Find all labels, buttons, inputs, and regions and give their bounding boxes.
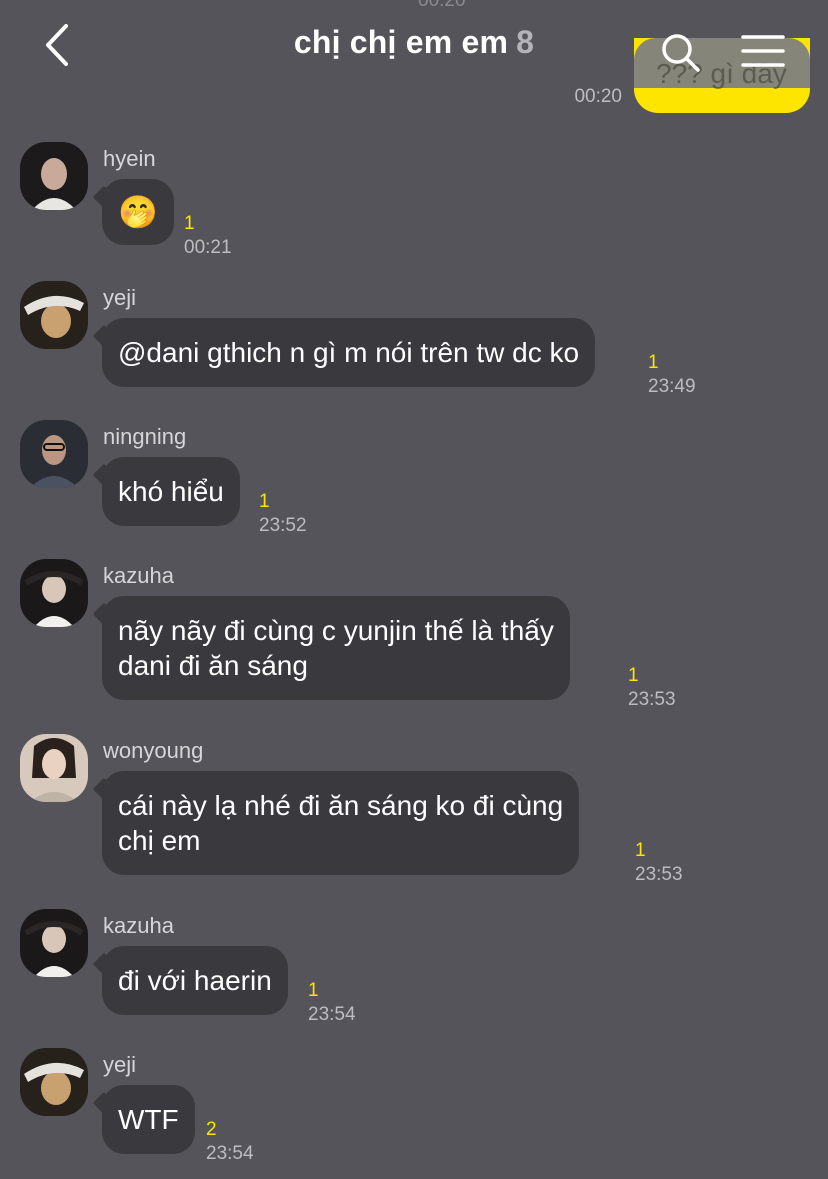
message-text: WTF xyxy=(118,1104,179,1135)
message-text-line: dani đi ăn sáng xyxy=(118,650,308,681)
avatar[interactable] xyxy=(20,909,88,977)
sender-name: yeji xyxy=(103,1052,137,1077)
avatar[interactable] xyxy=(20,420,88,488)
sender-name: kazuha xyxy=(103,913,174,938)
chat-header: chị chị em em 8 xyxy=(0,0,828,100)
message-meta: 1 00:21 xyxy=(184,212,232,260)
message-time: 00:21 xyxy=(184,237,232,258)
profile-photo-icon xyxy=(20,909,88,977)
unread-count: 1 xyxy=(184,213,195,234)
chat-name: chị chị em em xyxy=(293,24,509,60)
message-bubble[interactable]: khó hiểu xyxy=(102,457,240,526)
profile-photo-icon xyxy=(20,1048,88,1116)
message-time: 23:54 xyxy=(308,1004,356,1025)
search-icon xyxy=(662,34,700,72)
profile-photo-icon xyxy=(20,142,88,210)
chat-title: chị chị em em 8 xyxy=(0,24,828,61)
message-meta: 1 23:52 xyxy=(259,490,307,538)
message-time: 23:49 xyxy=(648,376,696,397)
message-bubble[interactable]: cái này lạ nhé đi ăn sáng ko đi cùng chị… xyxy=(102,771,580,875)
profile-photo-icon xyxy=(20,420,88,488)
sender-name: wonyoung xyxy=(103,738,204,763)
message-bubble[interactable]: 🤭 xyxy=(102,179,174,245)
message-text-line: chị em xyxy=(118,825,201,856)
message-text: khó hiểu xyxy=(118,476,224,507)
avatar[interactable] xyxy=(20,734,88,802)
profile-photo-icon xyxy=(20,281,88,349)
message-text-line: nãy nãy đi cùng c yunjin thế là thấy xyxy=(118,615,554,646)
message-meta: 1 23:49 xyxy=(648,351,696,399)
profile-photo-icon xyxy=(20,559,88,627)
unread-count: 1 xyxy=(308,980,319,1001)
unread-count: 1 xyxy=(648,352,659,373)
message-bubble[interactable]: đi với haerin xyxy=(102,946,288,1015)
message-text: @dani gthich n gì m nói trên tw dc ko xyxy=(118,337,580,368)
hamburger-menu-icon xyxy=(741,35,785,67)
message-text-line: cái này lạ nhé đi ăn sáng ko đi cùng xyxy=(118,790,564,821)
unread-count: 1 xyxy=(628,665,639,686)
message-meta: 1 23:53 xyxy=(628,664,676,712)
emoji-text: 🤭 xyxy=(118,194,158,230)
search-button[interactable] xyxy=(660,32,702,74)
message-time: 23:53 xyxy=(628,689,676,710)
unread-count: 1 xyxy=(259,491,270,512)
avatar[interactable] xyxy=(20,1048,88,1116)
profile-photo-icon xyxy=(20,734,88,802)
sender-name: ningning xyxy=(103,424,187,449)
avatar[interactable] xyxy=(20,281,88,349)
avatar[interactable] xyxy=(20,559,88,627)
unread-count: 1 xyxy=(635,840,646,861)
message-bubble[interactable]: nãy nãy đi cùng c yunjin thế là thấy dan… xyxy=(102,596,570,700)
menu-button[interactable] xyxy=(740,34,786,68)
message-text: đi với haerin xyxy=(118,965,272,996)
message-meta: 1 23:53 xyxy=(635,839,683,887)
message-time: 23:53 xyxy=(635,864,683,885)
sender-name: yeji xyxy=(103,285,137,310)
message-time: 23:52 xyxy=(259,515,307,536)
sender-name: hyein xyxy=(103,146,156,171)
unread-count: 2 xyxy=(206,1119,217,1140)
message-time: 23:54 xyxy=(206,1143,254,1164)
message-bubble[interactable]: @dani gthich n gì m nói trên tw dc ko xyxy=(102,318,596,387)
avatar[interactable] xyxy=(20,142,88,210)
message-meta: 2 23:54 xyxy=(206,1118,254,1166)
message-meta: 1 23:54 xyxy=(308,979,356,1027)
member-count: 8 xyxy=(516,24,535,60)
message-bubble[interactable]: WTF xyxy=(102,1085,195,1154)
sender-name: kazuha xyxy=(103,563,174,588)
